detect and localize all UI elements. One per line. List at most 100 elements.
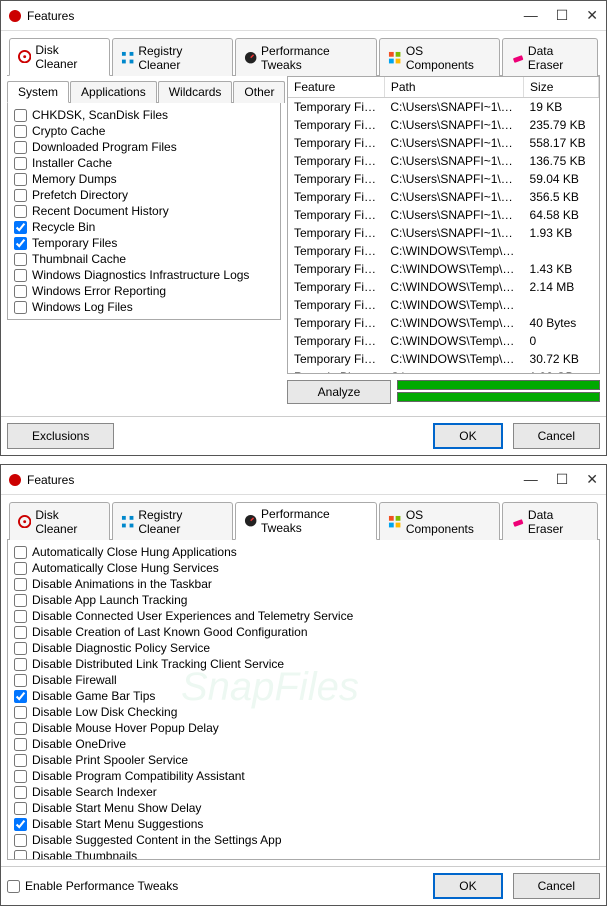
exclusions-button[interactable]: Exclusions bbox=[7, 423, 114, 449]
subtab-wildcards[interactable]: Wildcards bbox=[158, 81, 233, 103]
table-row[interactable]: Temporary FilesC:\WINDOWS\Temp\CR_...2.1… bbox=[288, 278, 599, 296]
checkbox[interactable] bbox=[14, 610, 27, 623]
tab-performance-tweaks[interactable]: Performance Tweaks bbox=[235, 502, 378, 540]
list-item[interactable]: Disable Low Disk Checking bbox=[8, 704, 599, 720]
checkbox[interactable] bbox=[14, 690, 27, 703]
checkbox[interactable] bbox=[14, 674, 27, 687]
checkbox[interactable] bbox=[14, 706, 27, 719]
checkbox[interactable] bbox=[14, 301, 27, 314]
list-item[interactable]: Windows Error Reporting bbox=[8, 283, 280, 299]
table-row[interactable]: Temporary FilesC:\Users\SNAPFI~1\App...3… bbox=[288, 188, 599, 206]
list-item[interactable]: Disable Game Bar Tips bbox=[8, 688, 599, 704]
list-item[interactable]: Disable Suggested Content in the Setting… bbox=[8, 832, 599, 848]
tab-os-components[interactable]: OS Components bbox=[379, 502, 499, 540]
checkbox[interactable] bbox=[14, 594, 27, 607]
tab-data-eraser[interactable]: Data Eraser bbox=[502, 502, 598, 540]
list-item[interactable]: Downloaded Program Files bbox=[8, 139, 280, 155]
checkbox[interactable] bbox=[14, 722, 27, 735]
checkbox[interactable] bbox=[14, 253, 27, 266]
checkbox[interactable] bbox=[14, 269, 27, 282]
list-item[interactable]: Windows Diagnostics Infrastructure Logs bbox=[8, 267, 280, 283]
list-item[interactable]: Temporary Files bbox=[8, 235, 280, 251]
checkbox[interactable] bbox=[14, 626, 27, 639]
list-item[interactable]: Disable Diagnostic Policy Service bbox=[8, 640, 599, 656]
list-item[interactable]: CHKDSK, ScanDisk Files bbox=[8, 107, 280, 123]
list-item[interactable]: Disable Search Indexer bbox=[8, 784, 599, 800]
checkbox[interactable] bbox=[14, 562, 27, 575]
checkbox[interactable] bbox=[14, 125, 27, 138]
list-item[interactable]: Disable Animations in the Taskbar bbox=[8, 576, 599, 592]
checkbox[interactable] bbox=[14, 642, 27, 655]
table-row[interactable]: Temporary FilesC:\WINDOWS\Temp\Cras... bbox=[288, 296, 599, 314]
list-item[interactable]: Automatically Close Hung Applications bbox=[8, 544, 599, 560]
checkbox[interactable] bbox=[14, 173, 27, 186]
table-row[interactable]: Temporary FilesC:\Users\SNAPFI~1\App...1… bbox=[288, 224, 599, 242]
checkbox[interactable] bbox=[14, 578, 27, 591]
column-header[interactable]: Size bbox=[524, 77, 599, 98]
list-item[interactable]: Disable Firewall bbox=[8, 672, 599, 688]
list-item[interactable]: Disable App Launch Tracking bbox=[8, 592, 599, 608]
table-row[interactable]: Temporary FilesC:\Users\SNAPFI~1\App...5… bbox=[288, 170, 599, 188]
checkbox[interactable] bbox=[14, 237, 27, 250]
maximize-icon[interactable]: ☐ bbox=[556, 7, 569, 24]
close-icon[interactable]: ✕ bbox=[586, 7, 598, 24]
tab-performance-tweaks[interactable]: Performance Tweaks bbox=[235, 38, 378, 76]
checkbox[interactable] bbox=[14, 221, 27, 234]
table-row[interactable]: Temporary FilesC:\Users\SNAPFI~1\App...1… bbox=[288, 152, 599, 170]
table-row[interactable]: Temporary FilesC:\Users\SNAPFI~1\App...2… bbox=[288, 116, 599, 134]
checkbox[interactable] bbox=[14, 189, 27, 202]
subtab-applications[interactable]: Applications bbox=[70, 81, 157, 103]
list-item[interactable]: Disable Start Menu Show Delay bbox=[8, 800, 599, 816]
tab-os-components[interactable]: OS Components bbox=[379, 38, 499, 76]
list-item[interactable]: Disable Program Compatibility Assistant bbox=[8, 768, 599, 784]
list-item[interactable]: Disable Mouse Hover Popup Delay bbox=[8, 720, 599, 736]
cancel-button[interactable]: Cancel bbox=[513, 423, 600, 449]
checkbox[interactable] bbox=[14, 109, 27, 122]
list-item[interactable]: Disable Print Spooler Service bbox=[8, 752, 599, 768]
table-row[interactable]: Temporary FilesC:\Users\SNAPFI~1\App...1… bbox=[288, 98, 599, 117]
checkbox[interactable] bbox=[14, 786, 27, 799]
checkbox[interactable] bbox=[14, 157, 27, 170]
maximize-icon[interactable]: ☐ bbox=[556, 471, 569, 488]
column-header[interactable]: Path bbox=[384, 77, 523, 98]
table-row[interactable]: Temporary FilesC:\WINDOWS\Temp\CR_... bbox=[288, 242, 599, 260]
ok-button[interactable]: OK bbox=[433, 423, 502, 449]
checkbox[interactable] bbox=[14, 802, 27, 815]
checkbox[interactable] bbox=[14, 141, 27, 154]
list-item[interactable]: Disable Start Menu Suggestions bbox=[8, 816, 599, 832]
list-item[interactable]: Disable Distributed Link Tracking Client… bbox=[8, 656, 599, 672]
analyze-button[interactable]: Analyze bbox=[287, 380, 391, 404]
checkbox[interactable] bbox=[14, 754, 27, 767]
table-row[interactable]: Temporary FilesC:\WINDOWS\Temp\chro...30… bbox=[288, 350, 599, 368]
checkbox[interactable] bbox=[14, 738, 27, 751]
subtab-system[interactable]: System bbox=[7, 81, 69, 103]
tab-registry-cleaner[interactable]: Registry Cleaner bbox=[112, 502, 233, 540]
list-item[interactable]: Recent Document History bbox=[8, 203, 280, 219]
column-header[interactable]: Feature bbox=[288, 77, 384, 98]
cancel-button[interactable]: Cancel bbox=[513, 873, 600, 899]
list-item[interactable]: Disable Creation of Last Known Good Conf… bbox=[8, 624, 599, 640]
checkbox[interactable] bbox=[14, 658, 27, 671]
list-item[interactable]: Disable OneDrive bbox=[8, 736, 599, 752]
list-item[interactable]: Disable Connected User Experiences and T… bbox=[8, 608, 599, 624]
checkbox[interactable] bbox=[14, 770, 27, 783]
table-row[interactable]: Temporary FilesC:\WINDOWS\Temp\Cras...40… bbox=[288, 314, 599, 332]
subtab-other[interactable]: Other bbox=[233, 81, 285, 103]
table-row[interactable]: Temporary FilesC:\Users\SNAPFI~1\App...6… bbox=[288, 206, 599, 224]
list-item[interactable]: Disable Thumbnails bbox=[8, 848, 599, 860]
tab-registry-cleaner[interactable]: Registry Cleaner bbox=[112, 38, 233, 76]
list-item[interactable]: Installer Cache bbox=[8, 155, 280, 171]
close-icon[interactable]: ✕ bbox=[586, 471, 598, 488]
tab-disk-cleaner[interactable]: Disk Cleaner bbox=[9, 38, 110, 76]
list-item[interactable]: Automatically Close Hung Services bbox=[8, 560, 599, 576]
checkbox[interactable] bbox=[14, 205, 27, 218]
checkbox[interactable] bbox=[14, 285, 27, 298]
checkbox[interactable] bbox=[14, 850, 27, 861]
list-item[interactable]: Windows Log Files bbox=[8, 299, 280, 315]
list-item[interactable]: Crypto Cache bbox=[8, 123, 280, 139]
list-item[interactable]: Thumbnail Cache bbox=[8, 251, 280, 267]
tab-data-eraser[interactable]: Data Eraser bbox=[502, 38, 598, 76]
table-row[interactable]: Temporary FilesC:\WINDOWS\Temp\Cras...0 bbox=[288, 332, 599, 350]
ok-button[interactable]: OK bbox=[433, 873, 502, 899]
table-row[interactable]: Recycle BinC:\1.92 GB bbox=[288, 368, 599, 373]
